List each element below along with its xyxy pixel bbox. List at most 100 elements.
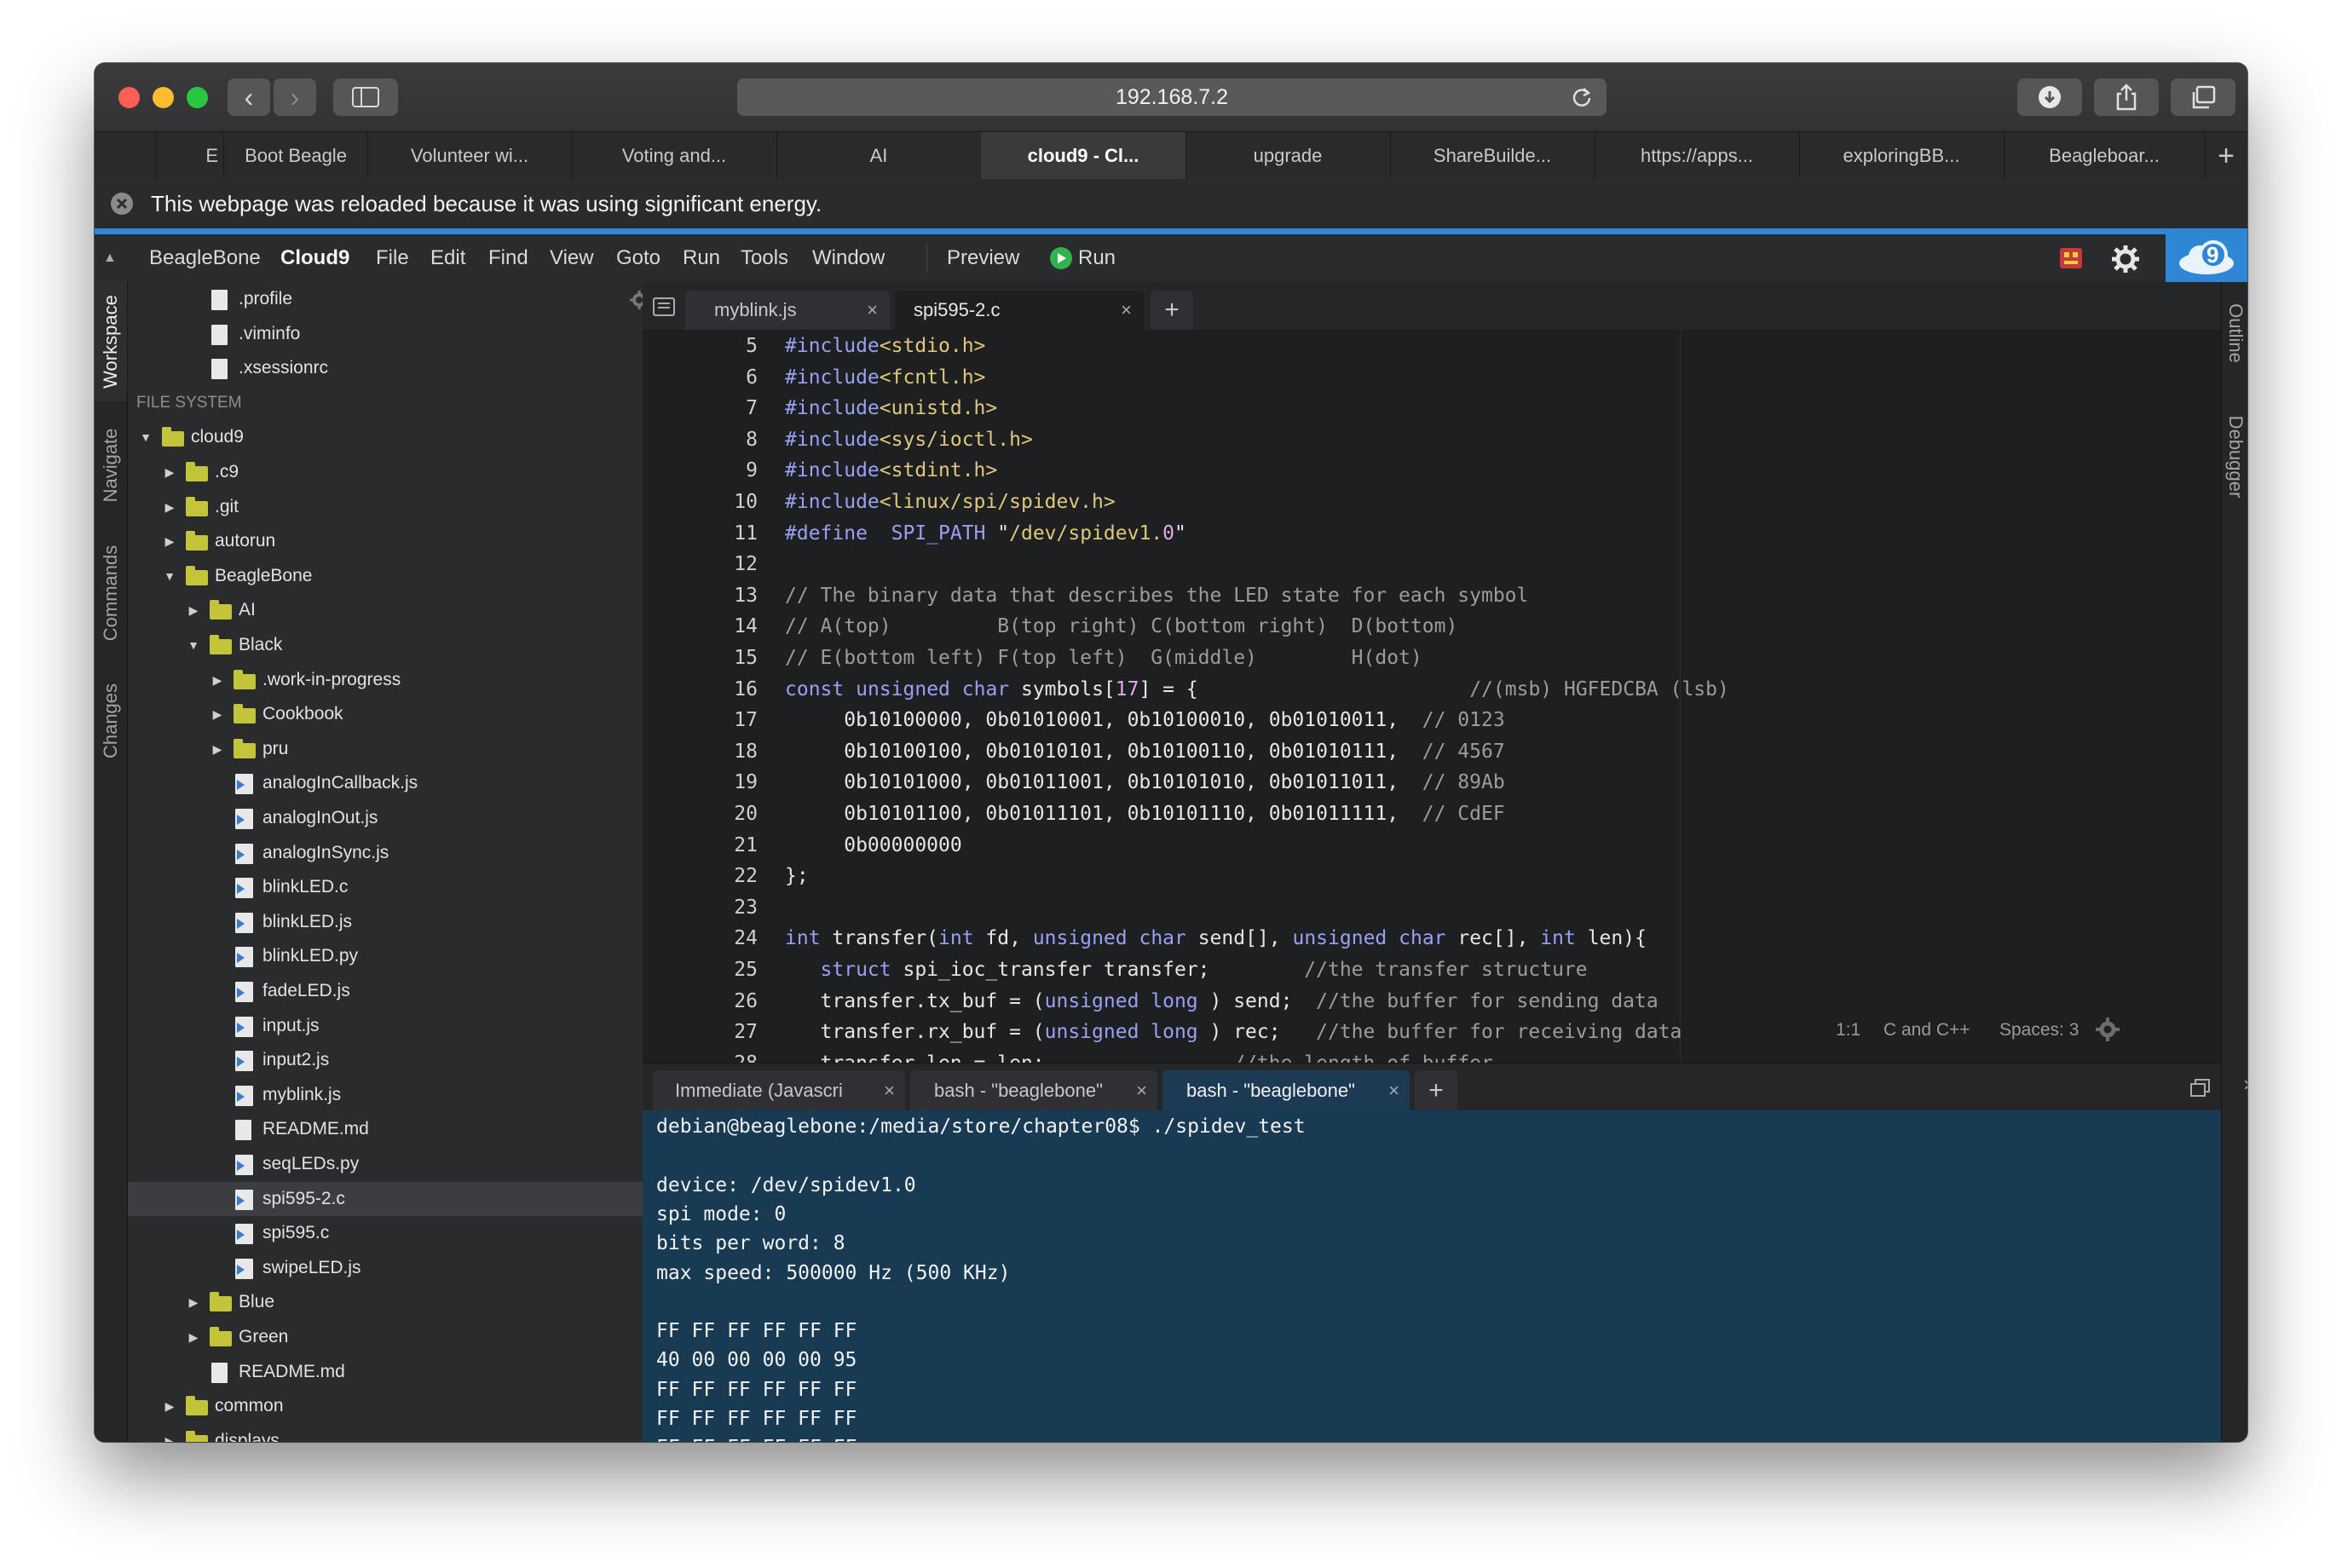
close-tab-icon[interactable]: × bbox=[1121, 291, 1132, 330]
browser-tab[interactable]: https://apps... bbox=[1595, 132, 1800, 180]
tree-folder[interactable]: ▶ .work-in-progress bbox=[128, 663, 643, 697]
caret-right-icon[interactable]: ▶ bbox=[164, 1424, 176, 1442]
language-mode[interactable]: C and C++ bbox=[1883, 1020, 1970, 1041]
browser-tab[interactable]: ShareBuilde... bbox=[1390, 132, 1595, 180]
tree-file[interactable]: .xsessionrc bbox=[128, 351, 643, 385]
browser-tab[interactable]: upgrade bbox=[1185, 132, 1391, 180]
tree-file[interactable]: README.md bbox=[128, 1112, 643, 1146]
tree-file[interactable]: .viminfo bbox=[128, 317, 643, 351]
share-button[interactable] bbox=[2094, 78, 2159, 116]
caret-right-icon[interactable]: ▶ bbox=[164, 490, 176, 524]
browser-tab-active[interactable]: cloud9 - Cl... bbox=[981, 132, 1186, 180]
tree-file[interactable]: fadeLED.js bbox=[128, 974, 643, 1008]
caret-down-icon[interactable]: ▼ bbox=[187, 628, 199, 662]
caret-right-icon[interactable]: ▶ bbox=[164, 455, 176, 489]
close-tab-icon[interactable]: × bbox=[1388, 1070, 1399, 1111]
caret-right-icon[interactable]: ▶ bbox=[211, 732, 223, 766]
editor-tab-spi595-2[interactable]: spi595-2.c × bbox=[895, 291, 1144, 330]
tree-file[interactable]: analogInSync.js bbox=[128, 836, 643, 870]
tab-commands[interactable]: Commands bbox=[95, 529, 127, 657]
new-terminal-tab-button[interactable]: + bbox=[1415, 1070, 1457, 1111]
caret-right-icon[interactable]: ▶ bbox=[164, 524, 176, 558]
close-window-button[interactable] bbox=[118, 87, 140, 108]
close-tab-icon[interactable]: × bbox=[1136, 1070, 1147, 1111]
terminal-tab-bash-2[interactable]: bash - "beaglebone" × bbox=[1162, 1070, 1410, 1111]
browser-tab[interactable]: E bbox=[156, 132, 224, 180]
tree-folder[interactable]: ▼ Black bbox=[128, 628, 643, 662]
terminal-tab-immediate[interactable]: Immediate (Javascri × bbox=[653, 1070, 905, 1111]
tree-folder[interactable]: ▼ cloud9 bbox=[128, 420, 643, 454]
tree-folder[interactable]: ▶ .git bbox=[128, 490, 643, 524]
sidebar-toggle-button[interactable] bbox=[333, 78, 398, 116]
tree-file[interactable]: input2.js bbox=[128, 1043, 643, 1077]
address-bar[interactable]: 192.168.7.2 bbox=[737, 78, 1607, 116]
preview-button[interactable]: Preview bbox=[947, 234, 1019, 282]
cursor-position[interactable]: 1:1 bbox=[1836, 1020, 1860, 1041]
browser-tab[interactable]: Beagleboar... bbox=[2004, 132, 2206, 180]
caret-right-icon[interactable]: ▶ bbox=[187, 1285, 199, 1319]
tree-file[interactable]: README.md bbox=[128, 1355, 643, 1389]
menu-find[interactable]: Find bbox=[488, 234, 528, 282]
menu-view[interactable]: View bbox=[550, 234, 594, 282]
zoom-window-button[interactable] bbox=[187, 87, 208, 108]
menu-window[interactable]: Window bbox=[812, 234, 885, 282]
caret-right-icon[interactable]: ▶ bbox=[211, 663, 223, 697]
menu-run[interactable]: Run bbox=[683, 234, 720, 282]
reload-icon[interactable] bbox=[1571, 86, 1593, 108]
tree-folder[interactable]: ▼ BeagleBone bbox=[128, 559, 643, 593]
menu-file[interactable]: File bbox=[376, 234, 409, 282]
tree-file[interactable]: analogInOut.js bbox=[128, 801, 643, 835]
back-button[interactable]: ‹ bbox=[228, 78, 270, 116]
tree-file[interactable]: spi595-2.c bbox=[128, 1181, 643, 1216]
close-tab-icon[interactable]: × bbox=[867, 291, 878, 330]
minimize-window-button[interactable] bbox=[153, 87, 174, 108]
downloads-button[interactable] bbox=[2017, 78, 2082, 116]
tree-folder[interactable]: ▶ Blue bbox=[128, 1285, 643, 1319]
tree-folder[interactable]: ▶ Cookbook bbox=[128, 697, 643, 731]
indent-setting[interactable]: Spaces: 3 bbox=[1999, 1020, 2079, 1041]
tree-folder[interactable]: ▶ pru bbox=[128, 732, 643, 766]
browser-tab[interactable]: Voting and... bbox=[572, 132, 777, 180]
tree-file[interactable]: blinkLED.c bbox=[128, 870, 643, 904]
forward-button[interactable]: › bbox=[274, 78, 316, 116]
browser-tab[interactable]: Volunteer wi... bbox=[367, 132, 573, 180]
editor-settings-gear-icon[interactable] bbox=[2095, 1017, 2120, 1042]
close-circle-icon[interactable] bbox=[110, 192, 134, 216]
tree-file[interactable]: myblink.js bbox=[128, 1078, 643, 1112]
terminal-tab-bash-1[interactable]: bash - "beaglebone" × bbox=[910, 1070, 1157, 1111]
menu-edit[interactable]: Edit bbox=[430, 234, 465, 282]
tree-file[interactable]: swipeLED.js bbox=[128, 1251, 643, 1285]
terminal[interactable]: debian@beaglebone:/media/store/chapter08… bbox=[643, 1110, 2221, 1442]
menu-beaglebone[interactable]: BeagleBone bbox=[149, 234, 261, 282]
menu-cloud9[interactable]: Cloud9 bbox=[280, 234, 349, 282]
gear-icon[interactable] bbox=[2111, 245, 2140, 274]
tab-outline[interactable]: Outline bbox=[2222, 282, 2247, 384]
tree-folder[interactable]: ▶ autorun bbox=[128, 524, 643, 558]
tree-folder[interactable]: ▶ displays bbox=[128, 1424, 643, 1442]
tree-file[interactable]: .profile bbox=[128, 282, 643, 316]
maximize-panel-icon[interactable] bbox=[2190, 1079, 2211, 1098]
tree-folder[interactable]: ▶ Green bbox=[128, 1320, 643, 1354]
code-editor[interactable]: 5 6 7 8 9 10 11 12 13 14 15 16 17 18 19 20 21 22 23 24 25 26 2… bbox=[643, 330, 2221, 1063]
caret-right-icon[interactable]: ▶ bbox=[187, 1320, 199, 1354]
tab-navigate[interactable]: Navigate bbox=[95, 410, 127, 521]
panel-toggle-icon[interactable] bbox=[653, 297, 675, 316]
close-panel-icon[interactable]: × bbox=[2243, 1074, 2247, 1098]
new-tab-button[interactable]: + bbox=[2205, 132, 2247, 180]
tree-file[interactable]: seqLEDs.py bbox=[128, 1147, 643, 1181]
caret-right-icon[interactable]: ▶ bbox=[164, 1389, 176, 1423]
tree-file[interactable]: blinkLED.js bbox=[128, 905, 643, 939]
menu-goto[interactable]: Goto bbox=[616, 234, 660, 282]
tree-file[interactable]: input.js bbox=[128, 1009, 643, 1043]
caret-down-icon[interactable]: ▼ bbox=[140, 420, 152, 454]
caret-right-icon[interactable]: ▶ bbox=[187, 593, 199, 627]
menu-tools[interactable]: Tools bbox=[741, 234, 788, 282]
tree-folder[interactable]: ▶ AI bbox=[128, 593, 643, 627]
new-editor-tab-button[interactable]: + bbox=[1151, 291, 1193, 330]
browser-tab[interactable]: AI bbox=[776, 132, 982, 180]
collaborator-icon[interactable] bbox=[2056, 245, 2085, 272]
tree-file[interactable]: spi595.c bbox=[128, 1216, 643, 1250]
tree-file[interactable]: analogInCallback.js bbox=[128, 766, 643, 800]
tree-folder[interactable]: ▶ .c9 bbox=[128, 455, 643, 489]
caret-right-icon[interactable]: ▶ bbox=[211, 697, 223, 731]
